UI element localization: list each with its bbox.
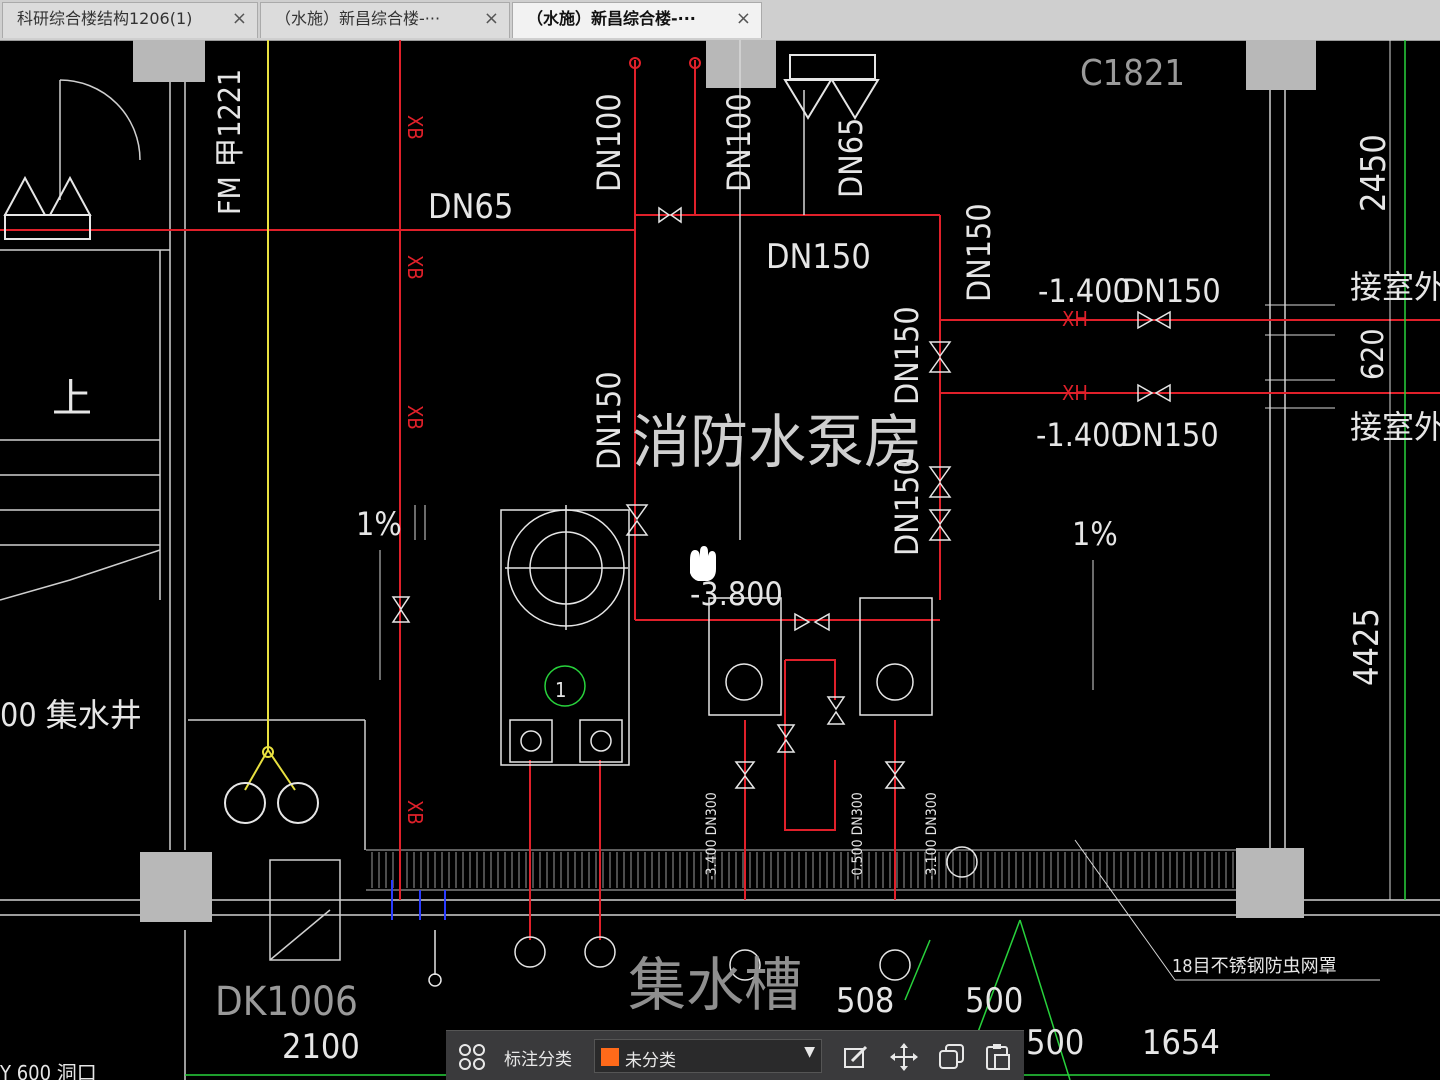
category-select-value: 未分类 <box>625 1051 676 1071</box>
yellow-line <box>244 40 296 791</box>
sump-hatch <box>366 849 1236 891</box>
outlet-1-elev: -1.400 <box>1038 272 1131 310</box>
tab-label: （水施）新昌综合楼-··· <box>527 9 696 28</box>
window-label: C1821 <box>1080 53 1185 94</box>
move-icon[interactable] <box>888 1041 920 1073</box>
dim-right-620: 620 <box>1356 328 1391 380</box>
pipe-label-dn65-a: DN65 <box>428 187 513 227</box>
xb-labels: XB XB XB XB <box>403 115 427 825</box>
screen-note: 18目不锈钢防虫网罩 <box>1172 956 1337 977</box>
xb-label: XB <box>403 800 427 825</box>
tab-label: （水施）新昌综合楼-··· <box>275 9 441 28</box>
outlet-2-code: XH <box>1062 381 1088 405</box>
xb-label: XB <box>403 405 427 430</box>
xb-label: XB <box>403 115 427 140</box>
cad-canvas[interactable]: 消防水泵房 集水槽 00 集水井 上 C1821 DK1006 DN65 DN1… <box>0 40 1440 1080</box>
door-dk-label: DK1006 <box>215 979 358 1025</box>
dim-right-4425: 4425 <box>1347 608 1387 686</box>
dim-bottom-1654: 1654 <box>1142 1023 1220 1063</box>
pipe-label-dn65-b: DN65 <box>832 118 870 198</box>
hand-cursor-icon <box>690 546 716 581</box>
outlet-2-note: 接室外消 <box>1350 408 1440 446</box>
pipe-label-dn150-c: DN150 <box>888 306 926 405</box>
sump-label: 集水槽 <box>628 951 802 1019</box>
room-name: 消防水泵房 <box>632 408 922 476</box>
dim-right-2450: 2450 <box>1354 134 1394 212</box>
sump-hatch-lines <box>371 852 1234 888</box>
pipe-label-dn150-b: DN150 <box>960 203 998 302</box>
partial-bottom-label: Y 600 洞口 <box>0 1061 97 1080</box>
door-fm-label: FM 甲1221 <box>213 69 248 215</box>
riser-label-3: -3.100 DN300 <box>924 792 940 880</box>
stair-label: 上 <box>52 376 92 422</box>
pipe-label-dn150-a: DN150 <box>766 237 871 277</box>
slope-label-right: 1% <box>1072 515 1118 553</box>
category-label: 标注分类 <box>504 1050 572 1070</box>
category-color-swatch <box>601 1048 619 1066</box>
dim-bottom-2100: 2100 <box>282 1027 360 1067</box>
green-lines <box>185 40 1406 1080</box>
dim-bottom-500-a: 500 <box>965 981 1023 1021</box>
outlet-2-elev: -1.400 <box>1036 416 1129 454</box>
copy-icon[interactable] <box>936 1041 968 1073</box>
riser-label-1: -3.400 DN300 <box>704 792 720 880</box>
tab-water-file-1[interactable]: （水施）新昌综合楼-··· × <box>260 2 510 38</box>
edit-icon[interactable] <box>840 1041 872 1073</box>
close-icon[interactable]: × <box>484 3 499 35</box>
outlet-2-size: DN150 <box>1120 416 1219 454</box>
slope-label-left: 1% <box>356 505 402 543</box>
close-icon[interactable]: × <box>232 3 247 35</box>
tab-water-file-2[interactable]: （水施）新昌综合楼-··· × <box>512 2 762 38</box>
riser-label-2: -0.500 DN300 <box>850 792 866 880</box>
tab-structure-file[interactable]: 科研综合楼结构1206(1) × <box>2 2 258 38</box>
tab-label: 科研综合楼结构1206(1) <box>17 9 193 28</box>
outlet-1-code: XH <box>1062 307 1088 331</box>
xb-label: XB <box>403 255 427 280</box>
annotation-toolbar: 标注分类 未分类 ▼ <box>446 1030 1024 1080</box>
close-icon[interactable]: × <box>736 3 751 35</box>
tab-bar: 科研综合楼结构1206(1) × （水施）新昌综合楼-··· × （水施）新昌综… <box>0 0 1440 41</box>
pit-label: 00 集水井 <box>0 696 142 734</box>
pipe-label-dn150-d: DN150 <box>888 457 926 556</box>
chevron-down-icon: ▼ <box>804 1044 815 1060</box>
pipe-label-dn100-a: DN100 <box>590 93 628 192</box>
pipe-label-dn150-e: DN150 <box>590 371 628 470</box>
outlet-1-note: 接室外消 <box>1350 268 1440 306</box>
outlet-1-size: DN150 <box>1122 272 1221 310</box>
pump-number: 1 <box>555 678 566 702</box>
dim-bottom-508: 508 <box>836 981 894 1021</box>
pipe-label-dn100-b: DN100 <box>720 93 758 192</box>
category-grid-icon[interactable] <box>458 1043 486 1071</box>
paste-icon[interactable] <box>982 1041 1014 1073</box>
dim-bottom-500-b: 500 <box>1026 1023 1084 1063</box>
category-select[interactable]: 未分类 ▼ <box>594 1039 822 1073</box>
